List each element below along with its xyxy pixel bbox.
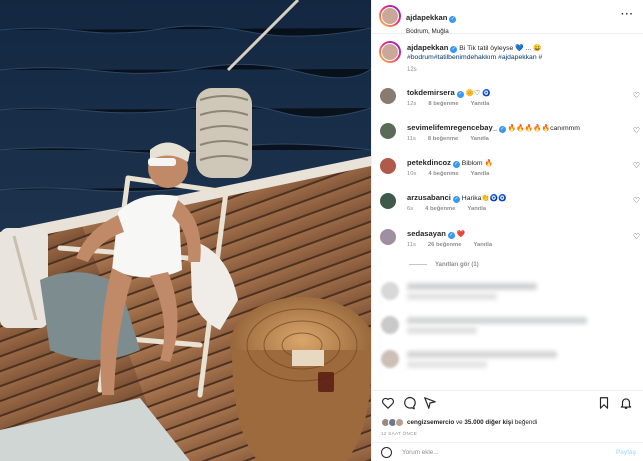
emoji-icon[interactable] bbox=[381, 447, 392, 458]
blurred-comment bbox=[381, 280, 641, 302]
verified-icon: ✓ bbox=[452, 161, 460, 168]
comment-meta: 11s 8 beğenme Yanıtla bbox=[407, 136, 501, 142]
likes-summary: cengizsemercio ve 35.000 diğer kişi beğe… bbox=[381, 418, 537, 427]
post-time-ago: 12 SAAT ÖNCE bbox=[381, 431, 418, 436]
comment-item: arzusabanci ✓ Harika👏🧿🧿 6s 4 beğenme Yanıtl… bbox=[372, 191, 643, 227]
comment-meta: 6s 4 beğenme Yanıtla bbox=[407, 206, 498, 212]
likes-suffix: beğendi bbox=[513, 419, 538, 427]
comment-like-icon[interactable]: ♡ bbox=[633, 161, 640, 170]
post-caption: ajdapekkan ✓ Bi Tik tatil öyleyse 💙 ... 😀… bbox=[372, 36, 643, 80]
comment-like-icon[interactable]: ♡ bbox=[633, 196, 640, 205]
caption-text: Bi Tik tatil öyleyse 💙 ... 😀 bbox=[459, 45, 542, 52]
comment-time: 11s bbox=[407, 242, 416, 248]
comment-username[interactable]: sedasayan bbox=[407, 229, 446, 238]
comment-item: sevimelifemregencebay_ ✓ 🔥🔥🔥🔥🔥canımmm 11s… bbox=[372, 121, 643, 157]
post-photo bbox=[0, 0, 371, 461]
add-comment-bar: Yorum ekle... Paylaş bbox=[372, 442, 643, 461]
comment-meta: 11s 26 beğenme Yanıtla bbox=[407, 242, 504, 248]
bookmark-icon[interactable] bbox=[597, 396, 611, 410]
comment-body: petekdincoz ✓ Biblom 🔥 bbox=[407, 158, 622, 168]
comment-like-icon[interactable]: ♡ bbox=[633, 126, 640, 135]
comment-likes[interactable]: 4 beğenme bbox=[425, 206, 455, 212]
comment-body: sedasayan ✓ ❤️ bbox=[407, 229, 622, 239]
author-username[interactable]: ajdapekkan bbox=[406, 13, 447, 22]
comment-username[interactable]: petekdincoz bbox=[407, 158, 451, 167]
post-header: ajdapekkan ✓ Bodrum, Muğla ··· bbox=[372, 0, 643, 35]
post-actions bbox=[372, 390, 643, 412]
comment-text: ❤️ bbox=[456, 231, 466, 238]
comment-time: 6s bbox=[407, 206, 414, 212]
comment-likes[interactable]: 8 beğenme bbox=[428, 101, 458, 107]
comment-input[interactable]: Yorum ekle... bbox=[402, 449, 439, 456]
reply-button[interactable]: Yanıtla bbox=[470, 136, 489, 142]
commenter-avatar[interactable] bbox=[380, 193, 396, 209]
likes-connector: ve bbox=[454, 419, 465, 427]
bell-icon[interactable] bbox=[619, 396, 633, 410]
comment-body: arzusabanci ✓ Harika👏🧿🧿 bbox=[407, 193, 622, 203]
comment-like-icon[interactable]: ♡ bbox=[633, 91, 640, 100]
reply-button[interactable]: Yanıtla bbox=[471, 101, 490, 107]
post-sidebar: ajdapekkan ✓ Bodrum, Muğla ··· ajdapekkan… bbox=[371, 0, 643, 461]
caption-hashtags[interactable]: #bodrum#tatilbenimdehakkım #ajdapekkan # bbox=[407, 53, 632, 62]
blurred-comment bbox=[381, 314, 641, 336]
comment-time: 11s bbox=[407, 136, 416, 142]
caption-username[interactable]: ajdapekkan bbox=[407, 43, 448, 52]
comment-text: Harika👏🧿🧿 bbox=[461, 195, 507, 202]
comment-likes[interactable]: 4 beğenme bbox=[428, 171, 458, 177]
comment-body: sevimelifemregencebay_ ✓ 🔥🔥🔥🔥🔥canımmm bbox=[407, 123, 622, 133]
comment-text: 🔥🔥🔥🔥🔥canımmm bbox=[507, 125, 580, 132]
post-location[interactable]: Bodrum, Muğla bbox=[406, 28, 456, 35]
comment-username[interactable]: sevimelifemregencebay_ bbox=[407, 123, 497, 132]
comment-text: Biblom 🔥 bbox=[461, 160, 493, 167]
send-icon[interactable] bbox=[423, 396, 437, 410]
verified-icon: ✓ bbox=[456, 91, 464, 98]
comment-item: sedasayan ✓ ❤️ 11s 26 beğenme Yanıtla ♡ bbox=[372, 227, 643, 263]
reply-button[interactable]: Yanıtla bbox=[473, 242, 492, 248]
comment-time: 12s bbox=[407, 101, 417, 107]
liker-username[interactable]: cengizsemercio bbox=[407, 419, 454, 426]
comment-username[interactable]: arzusabanci bbox=[407, 193, 451, 202]
comment-text: 🌼♡ 🧿 bbox=[465, 90, 491, 97]
verified-icon: ✓ bbox=[498, 126, 506, 133]
post-comment-button[interactable]: Paylaş bbox=[616, 449, 636, 456]
caption-avatar[interactable] bbox=[379, 41, 401, 63]
caption-time: 12s bbox=[407, 67, 417, 73]
comment-meta: 12s 8 beğenme Yanıtla bbox=[407, 101, 501, 107]
verified-icon: ✓ bbox=[450, 46, 458, 53]
comment-like-icon[interactable]: ♡ bbox=[633, 232, 640, 241]
commenter-avatar[interactable] bbox=[380, 88, 396, 104]
commenter-avatar[interactable] bbox=[380, 158, 396, 174]
verified-icon: ✓ bbox=[447, 232, 455, 239]
verified-icon: ✓ bbox=[449, 16, 457, 23]
reply-button[interactable]: Yanıtla bbox=[467, 206, 486, 212]
post-image[interactable] bbox=[0, 0, 371, 461]
caption-body: ajdapekkan ✓ Bi Tik tatil öyleyse 💙 ... 😀… bbox=[407, 43, 632, 75]
view-replies-button[interactable]: Yanıtları gör (1) bbox=[409, 262, 479, 268]
author-avatar[interactable] bbox=[379, 5, 401, 27]
blurred-comment bbox=[381, 348, 641, 370]
comment-icon[interactable] bbox=[402, 396, 416, 410]
verified-icon: ✓ bbox=[452, 196, 460, 203]
more-options-icon[interactable]: ··· bbox=[621, 10, 634, 20]
comment-item: tokdemirsera ✓ 🌼♡ 🧿 12s 8 beğenme Yanıtla ♡ bbox=[372, 86, 643, 122]
comment-likes[interactable]: 26 beğenme bbox=[428, 242, 462, 248]
comment-username[interactable]: tokdemirsera bbox=[407, 88, 455, 97]
reply-button[interactable]: Yanıtla bbox=[471, 171, 490, 177]
liker-avatars[interactable] bbox=[381, 418, 405, 427]
comment-meta: 10s 4 beğenme Yanıtla bbox=[407, 171, 501, 177]
comment-body: tokdemirsera ✓ 🌼♡ 🧿 bbox=[407, 88, 622, 98]
commenter-avatar[interactable] bbox=[380, 123, 396, 139]
likes-count[interactable]: 35.000 diğer kişi bbox=[464, 419, 513, 426]
commenter-avatar[interactable] bbox=[380, 229, 396, 245]
author-info: ajdapekkan ✓ Bodrum, Muğla bbox=[406, 7, 457, 35]
heart-icon[interactable] bbox=[381, 396, 395, 410]
comment-time: 10s bbox=[407, 171, 417, 177]
comment-item: petekdincoz ✓ Biblom 🔥 10s 4 beğenme Yanıtl… bbox=[372, 156, 643, 192]
comment-likes[interactable]: 8 beğenme bbox=[428, 136, 458, 142]
